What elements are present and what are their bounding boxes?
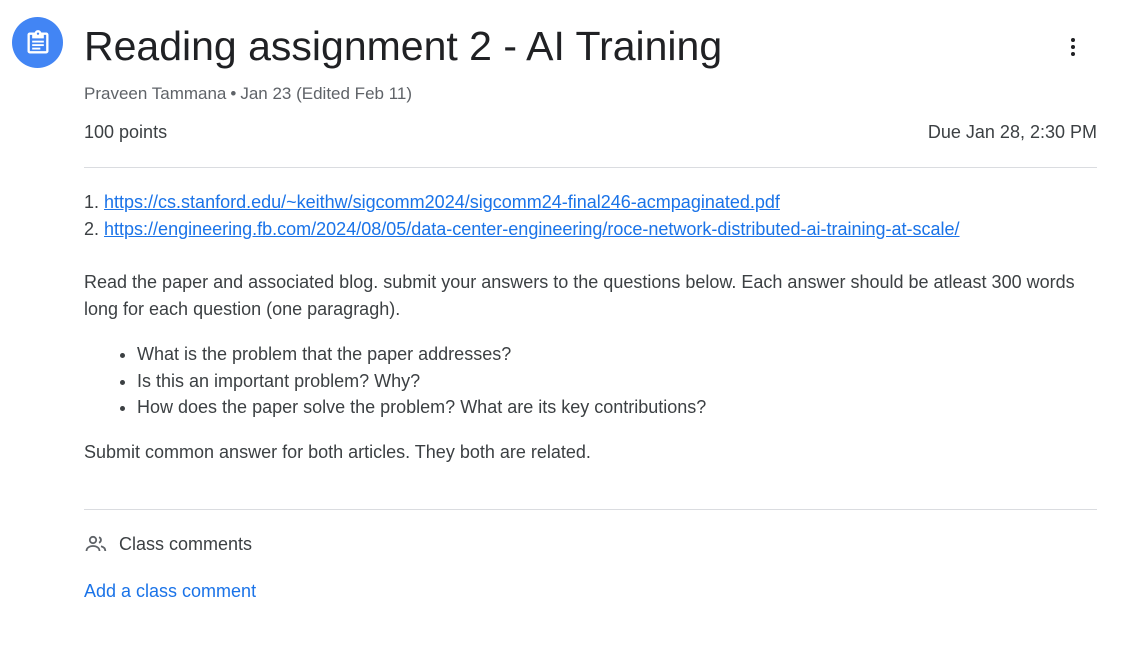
question-item: Is this an important problem? Why? bbox=[137, 368, 1094, 395]
question-list: What is the problem that the paper addre… bbox=[84, 341, 1094, 421]
link-number: 2. bbox=[84, 219, 100, 239]
class-comments-header: Class comments bbox=[84, 532, 252, 556]
link-number: 1. bbox=[84, 192, 100, 212]
question-item: What is the problem that the paper addre… bbox=[137, 341, 1094, 368]
post-date: Jan 23 (Edited Feb 11) bbox=[240, 84, 413, 103]
question-item: How does the paper solve the problem? Wh… bbox=[137, 394, 1094, 421]
more-vert-icon bbox=[1071, 38, 1075, 56]
due-date: Due Jan 28, 2:30 PM bbox=[927, 122, 1097, 142]
blog-link[interactable]: https://engineering.fb.com/2024/08/05/da… bbox=[104, 219, 959, 239]
page-title: Reading assignment 2 - AI Training bbox=[84, 23, 723, 69]
post-meta: Praveen Tammana • Jan 23 (Edited Feb 11) bbox=[84, 83, 412, 105]
instructions-text: Read the paper and associated blog. subm… bbox=[84, 272, 1075, 319]
assignment-icon bbox=[12, 17, 63, 68]
class-comments-heading: Class comments bbox=[119, 533, 253, 554]
meta-separator: • bbox=[230, 84, 237, 103]
points-label: 100 points bbox=[84, 122, 168, 142]
more-options-button[interactable] bbox=[1053, 27, 1093, 67]
list-item: 1. https://cs.stanford.edu/~keithw/sigco… bbox=[84, 189, 1094, 216]
assignment-description: 1. https://cs.stanford.edu/~keithw/sigco… bbox=[84, 189, 1094, 466]
header-divider bbox=[84, 167, 1097, 168]
comments-divider bbox=[84, 509, 1097, 510]
note-text: Submit common answer for both articles. … bbox=[84, 441, 591, 462]
reference-links: 1. https://cs.stanford.edu/~keithw/sigco… bbox=[84, 189, 1094, 243]
author-name: Praveen Tammana bbox=[84, 84, 227, 103]
paper-link[interactable]: https://cs.stanford.edu/~keithw/sigcomm2… bbox=[104, 192, 780, 212]
people-icon bbox=[84, 532, 108, 556]
list-item: 2. https://engineering.fb.com/2024/08/05… bbox=[84, 216, 1094, 243]
add-class-comment-button[interactable]: Add a class comment bbox=[84, 578, 256, 604]
